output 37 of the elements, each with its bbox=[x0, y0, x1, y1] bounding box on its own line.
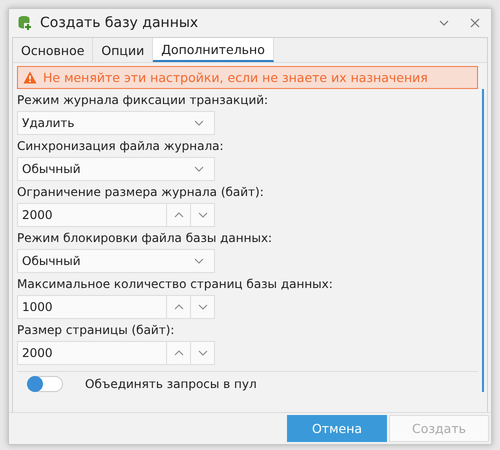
tab[interactable]: Дополнительно bbox=[153, 38, 274, 62]
scrollbar[interactable] bbox=[482, 89, 484, 392]
chevron-down-icon bbox=[194, 120, 204, 126]
decrement-button[interactable] bbox=[191, 341, 215, 365]
number-field[interactable]: 2000 bbox=[17, 341, 167, 365]
field-label: Синхронизация файла журнала: bbox=[17, 139, 225, 153]
toggle-switch[interactable] bbox=[27, 376, 63, 392]
warning-text: Не меняйте эти настройки, если не знаете их назначения bbox=[43, 70, 428, 85]
chevron-up-icon bbox=[174, 212, 184, 218]
tab[interactable]: Основное bbox=[13, 38, 94, 62]
dropdown[interactable]: Обычный bbox=[17, 157, 215, 181]
increment-button[interactable] bbox=[167, 295, 191, 319]
chevron-up-icon bbox=[174, 350, 184, 356]
window-title: Создать базу данных bbox=[40, 15, 200, 31]
field-label: Размер страницы (байт): bbox=[17, 323, 176, 337]
field-label: Ограничение размера журнала (байт): bbox=[17, 185, 265, 199]
decrement-button[interactable] bbox=[191, 295, 215, 319]
dropdown[interactable]: Удалить bbox=[17, 111, 215, 135]
number-field[interactable]: 2000 bbox=[17, 203, 167, 227]
chevron-down-icon bbox=[198, 212, 208, 218]
decrement-button[interactable] bbox=[191, 203, 215, 227]
field-label: Режим блокировки файла базы данных: bbox=[17, 231, 274, 245]
field-label: Максимальное количество страниц базы данных: bbox=[17, 277, 334, 291]
number-field[interactable]: 1000 bbox=[17, 295, 167, 319]
increment-button[interactable] bbox=[167, 341, 191, 365]
warning-icon bbox=[23, 71, 37, 84]
chevron-up-icon bbox=[174, 304, 184, 310]
dropdown[interactable]: Обычный bbox=[17, 249, 215, 273]
chevron-down-icon bbox=[198, 350, 208, 356]
chevron-down-icon bbox=[194, 166, 204, 172]
database-add-icon bbox=[17, 15, 33, 31]
close-icon[interactable] bbox=[469, 17, 481, 29]
field-label: Режим журнала фиксации транзакций: bbox=[17, 93, 270, 107]
increment-button[interactable] bbox=[167, 203, 191, 227]
toggle-label: Объединять запросы в пул bbox=[85, 377, 257, 391]
chevron-down-icon bbox=[194, 258, 204, 264]
chevron-down-icon bbox=[198, 304, 208, 310]
